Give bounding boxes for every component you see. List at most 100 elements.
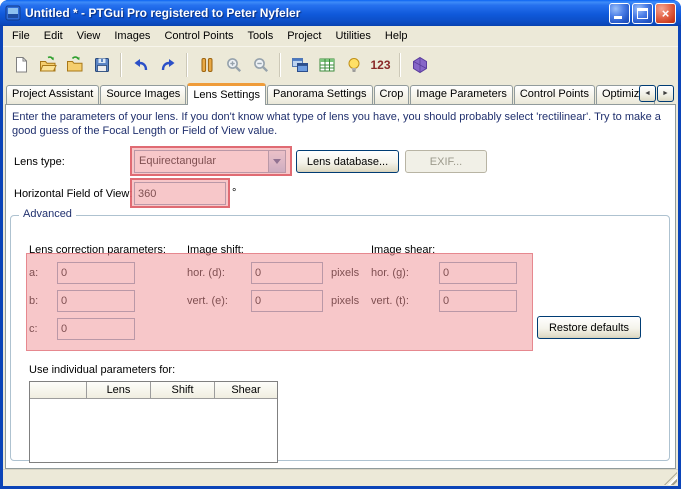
- lens-settings-panel: Enter the parameters of your lens. If yo…: [5, 104, 676, 469]
- minimize-icon: [614, 16, 622, 19]
- detail-viewer-button[interactable]: [313, 51, 340, 78]
- numbers-icon: 123: [370, 58, 390, 72]
- table-header-shear: Shear: [215, 382, 277, 399]
- tab-panorama-settings[interactable]: Panorama Settings: [267, 85, 373, 104]
- shift-vert-unit: pixels: [331, 295, 359, 307]
- control-points-markers-icon: [197, 55, 217, 75]
- redo-icon: [158, 55, 178, 75]
- resize-grip[interactable]: [664, 472, 677, 485]
- param-c-label: c:: [29, 323, 38, 335]
- optimizer-icon: [410, 55, 430, 75]
- menu-file[interactable]: File: [5, 27, 37, 45]
- tab-source-images[interactable]: Source Images: [100, 85, 186, 104]
- zoom-out-icon: [251, 55, 271, 75]
- restore-defaults-button[interactable]: Restore defaults: [537, 316, 641, 339]
- tab-lens-settings[interactable]: Lens Settings: [187, 83, 266, 105]
- maximize-button[interactable]: [632, 3, 653, 24]
- menu-tools[interactable]: Tools: [241, 27, 281, 45]
- menu-utilities[interactable]: Utilities: [328, 27, 377, 45]
- lens-type-label: Lens type:: [14, 156, 65, 168]
- table-grid-icon: [317, 55, 337, 75]
- new-document-icon: [11, 55, 31, 75]
- shift-vert-input[interactable]: [251, 290, 323, 312]
- shear-vert-input[interactable]: [439, 290, 517, 312]
- hfov-unit-label: °: [232, 187, 236, 199]
- preview-button[interactable]: [340, 51, 367, 78]
- toolbar-separator: [186, 53, 188, 77]
- new-project-button[interactable]: [7, 51, 34, 78]
- table-header-row: Lens Shift Shear: [30, 382, 277, 399]
- table-header-shift: Shift: [151, 382, 215, 399]
- tab-project-assistant[interactable]: Project Assistant: [6, 85, 99, 104]
- maximize-icon: [637, 8, 648, 19]
- individual-parameters-table[interactable]: Lens Shift Shear: [29, 381, 278, 463]
- tab-scroll-right-icon[interactable]: ►: [657, 85, 674, 102]
- param-a-input[interactable]: [57, 262, 135, 284]
- open-project-button[interactable]: [34, 51, 61, 78]
- param-b-input[interactable]: [57, 290, 135, 312]
- reload-folder-icon: [65, 55, 85, 75]
- window-title: Untitled * - PTGui Pro registered to Pet…: [25, 6, 609, 20]
- tab-strip: Project Assistant Source Images Lens Set…: [3, 82, 678, 104]
- menu-view[interactable]: View: [70, 27, 108, 45]
- menu-control-points[interactable]: Control Points: [157, 27, 240, 45]
- individual-parameters-label: Use individual parameters for:: [29, 364, 175, 376]
- lens-settings-intro-text: Enter the parameters of your lens. If yo…: [12, 110, 670, 138]
- minimize-button[interactable]: [609, 3, 630, 24]
- dropdown-button[interactable]: [268, 151, 285, 172]
- shift-hor-label: hor. (d):: [187, 267, 225, 279]
- menu-images[interactable]: Images: [107, 27, 157, 45]
- lens-database-button[interactable]: Lens database...: [296, 150, 399, 173]
- advanced-caption: Advanced: [19, 208, 76, 220]
- lens-type-dropdown[interactable]: Equirectangular: [134, 150, 286, 173]
- param-c-input[interactable]: [57, 318, 135, 340]
- generate-control-points-button[interactable]: [193, 51, 220, 78]
- hfov-label: Horizontal Field of View:: [14, 188, 132, 200]
- chevron-down-icon: [273, 159, 281, 164]
- shear-hor-input[interactable]: [439, 262, 517, 284]
- panorama-editor-icon: [290, 55, 310, 75]
- undo-button[interactable]: [127, 51, 154, 78]
- tab-control-points[interactable]: Control Points: [514, 85, 595, 104]
- optimizer-button[interactable]: [406, 51, 433, 78]
- param-b-label: b:: [29, 295, 38, 307]
- tab-scroll-buttons: ◄ ►: [638, 85, 674, 102]
- redo-button[interactable]: [154, 51, 181, 78]
- shift-vert-label: vert. (e):: [187, 295, 228, 307]
- image-shift-label: Image shift:: [187, 244, 244, 256]
- menu-project[interactable]: Project: [280, 27, 328, 45]
- menu-help[interactable]: Help: [378, 27, 415, 45]
- shift-hor-unit: pixels: [331, 267, 359, 279]
- zoom-in-icon: [224, 55, 244, 75]
- zoom-in-button[interactable]: [220, 51, 247, 78]
- zoom-out-button[interactable]: [247, 51, 274, 78]
- open-folder-icon: [38, 55, 58, 75]
- exif-button: EXIF...: [405, 150, 487, 173]
- advanced-groupbox: Advanced Lens correction parameters: Ima…: [10, 215, 670, 461]
- close-button[interactable]: ×: [655, 3, 676, 24]
- numeric-transform-button[interactable]: 123: [367, 51, 394, 78]
- panorama-editor-button[interactable]: [286, 51, 313, 78]
- tab-crop[interactable]: Crop: [374, 85, 410, 104]
- app-icon: [5, 5, 21, 21]
- ptgui-window: Untitled * - PTGui Pro registered to Pet…: [0, 0, 681, 489]
- status-bar: [3, 469, 678, 486]
- shear-vert-label: vert. (t):: [371, 295, 409, 307]
- table-header-blank: [30, 382, 87, 399]
- param-a-label: a:: [29, 267, 38, 279]
- revert-project-button[interactable]: [61, 51, 88, 78]
- toolbar-separator: [279, 53, 281, 77]
- shift-hor-input[interactable]: [251, 262, 323, 284]
- save-project-button[interactable]: [88, 51, 115, 78]
- lens-type-value: Equirectangular: [135, 151, 268, 172]
- tab-scroll-left-icon[interactable]: ◄: [639, 85, 656, 102]
- lens-correction-label: Lens correction parameters:: [29, 244, 166, 256]
- menu-bar: File Edit View Images Control Points Too…: [3, 26, 678, 46]
- menu-edit[interactable]: Edit: [37, 27, 70, 45]
- close-icon: ×: [656, 4, 675, 23]
- lightbulb-icon: [344, 55, 364, 75]
- hfov-input[interactable]: [134, 182, 226, 205]
- tab-image-parameters[interactable]: Image Parameters: [410, 85, 512, 104]
- undo-icon: [131, 55, 151, 75]
- title-bar[interactable]: Untitled * - PTGui Pro registered to Pet…: [0, 0, 681, 26]
